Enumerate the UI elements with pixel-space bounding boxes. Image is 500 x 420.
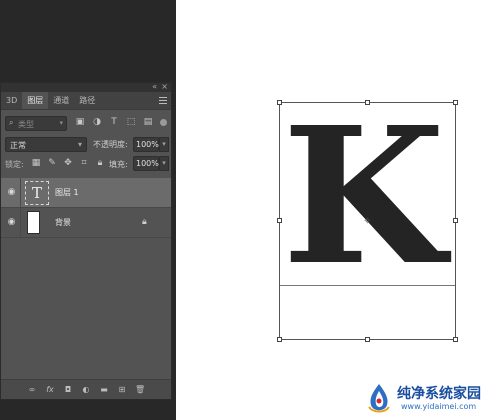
lock-row: 锁定: ▦ ✎ ✥ ⌗ 🔒︎ 填充: 100% ▾ — [1, 156, 171, 174]
layer-row-background[interactable]: ◉ 背景 🔒︎ — [1, 208, 171, 238]
fill-dropdown-icon[interactable]: ▾ — [159, 156, 169, 171]
reference-point-icon[interactable]: ✧ — [363, 216, 371, 227]
pixel-filter-icon[interactable]: ▣ — [75, 117, 85, 128]
adjustment-layer-icon[interactable]: ◐ — [81, 385, 91, 395]
lock-image-icon[interactable]: ✎ — [47, 158, 57, 169]
blend-row: 正常 ▾ 不透明度: 100% ▾ — [1, 137, 171, 155]
tab-channels[interactable]: 通道 — [48, 92, 74, 109]
layers-panel: « × 3D 图层 通道 路径 ⌕ 类型 ▾ ▣ ◑ T ⬚ ▤ 正常 ▾ 不透… — [0, 82, 172, 400]
lock-icon: 🔒︎ — [142, 217, 147, 227]
watermark-title: 纯净系统家园 — [397, 386, 481, 402]
panel-menu-icon[interactable] — [159, 97, 167, 104]
blend-mode-select[interactable]: 正常 ▾ — [5, 137, 87, 152]
eye-icon[interactable]: ◉ — [6, 187, 17, 198]
transform-handle-top-right[interactable] — [453, 100, 458, 105]
lock-transparent-icon[interactable]: ▦ — [31, 158, 41, 169]
filter-type-label: 类型 — [18, 120, 34, 129]
transform-handle-top[interactable] — [365, 100, 370, 105]
chevron-down-icon: ▾ — [77, 140, 82, 149]
watermark-url: www.yidaimei.com — [401, 402, 477, 411]
text-layer-thumbnail: T — [25, 181, 49, 205]
close-icon[interactable]: × — [161, 82, 168, 91]
adjustment-filter-icon[interactable]: ◑ — [92, 117, 102, 128]
lock-all-icon[interactable]: 🔒︎ — [95, 158, 105, 169]
panel-tab-bar: 3D 图层 通道 路径 — [1, 92, 171, 110]
transform-handle-left[interactable] — [277, 218, 282, 223]
site-watermark: 纯净系统家园 www.yidaimei.com — [363, 380, 498, 416]
delete-layer-icon[interactable]: 🗑︎ — [135, 385, 145, 395]
layer-filter-row: ⌕ 类型 ▾ ▣ ◑ T ⬚ ▤ — [1, 115, 171, 133]
fill-label: 填充: — [109, 160, 128, 169]
layer-style-icon[interactable]: fx — [45, 385, 55, 395]
lock-artboard-icon[interactable]: ⌗ — [79, 158, 89, 169]
layer-name[interactable]: 背景 — [55, 217, 71, 228]
new-layer-icon[interactable]: ⊞ — [117, 385, 127, 395]
shape-filter-icon[interactable]: ⬚ — [126, 117, 136, 128]
filter-toggle[interactable] — [160, 119, 167, 126]
panel-title-bar[interactable]: « × — [1, 82, 171, 92]
transform-handle-bottom[interactable] — [365, 337, 370, 342]
opacity-label: 不透明度: — [93, 140, 128, 149]
search-icon: ⌕ — [9, 118, 14, 127]
link-layers-icon[interactable]: ∞ — [27, 385, 37, 395]
layer-name[interactable]: 图层 1 — [55, 187, 79, 198]
blend-mode-value: 正常 — [10, 141, 26, 150]
add-mask-icon[interactable]: ◘ — [63, 385, 73, 395]
panel-footer: ∞ fx ◘ ◐ ▬ ⊞ 🗑︎ — [1, 379, 171, 399]
lock-label: 锁定: — [5, 160, 24, 169]
tab-3d[interactable]: 3D — [1, 92, 22, 109]
tab-paths[interactable]: 路径 — [74, 92, 100, 109]
layer-list: ◉ T 图层 1 ◉ 背景 🔒︎ — [1, 178, 171, 238]
lock-position-icon[interactable]: ✥ — [63, 158, 73, 169]
tab-layers[interactable]: 图层 — [22, 92, 49, 109]
fill-field[interactable]: 100% — [133, 156, 159, 171]
divider — [20, 208, 21, 237]
watermark-logo-icon — [368, 384, 390, 413]
new-group-icon[interactable]: ▬ — [99, 385, 109, 395]
type-filter-icon[interactable]: T — [109, 117, 119, 128]
eye-icon[interactable]: ◉ — [6, 217, 17, 228]
divider — [20, 178, 21, 207]
collapse-icon[interactable]: « — [152, 82, 157, 91]
background-layer-thumbnail — [27, 211, 40, 234]
opacity-dropdown-icon[interactable]: ▾ — [159, 137, 169, 152]
smart-object-filter-icon[interactable]: ▤ — [143, 117, 153, 128]
transform-handle-bottom-right[interactable] — [453, 337, 458, 342]
filter-type-select[interactable]: ⌕ 类型 ▾ — [5, 116, 67, 131]
chevron-down-icon: ▾ — [59, 119, 63, 127]
transform-handle-top-left[interactable] — [277, 100, 282, 105]
opacity-field[interactable]: 100% — [133, 137, 159, 152]
transform-handle-right[interactable] — [453, 218, 458, 223]
layer-row-text[interactable]: ◉ T 图层 1 — [1, 178, 171, 208]
transform-handle-bottom-left[interactable] — [277, 337, 282, 342]
